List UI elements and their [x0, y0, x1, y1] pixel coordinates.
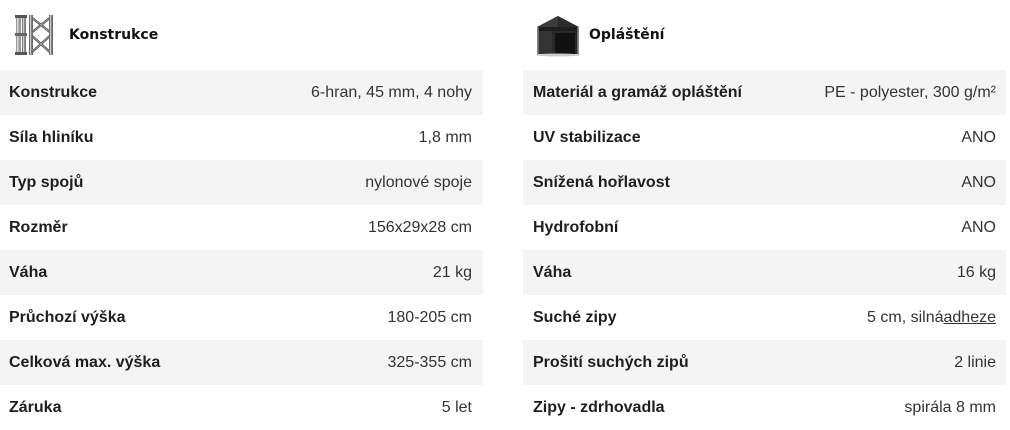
spec-label: Síla hliníku — [9, 128, 94, 146]
spec-row: Materiál a gramáž opláštění PE - polyeste… — [523, 70, 1006, 115]
spec-value: 325-355 cm — [388, 354, 484, 372]
spec-value-text: ANO — [961, 173, 996, 191]
spec-row: Typ spojů nylonové spoje — [0, 160, 483, 205]
spec-value-text: 5 let — [441, 398, 472, 416]
spec-label: Váha — [9, 263, 48, 281]
spec-label: Záruka — [9, 398, 62, 416]
aluminium-frame-legs-icon — [15, 15, 53, 55]
spec-label: Prošití suchých zipů — [533, 353, 689, 371]
spec-label: Průchozí výška — [9, 308, 126, 326]
spec-value-text: 21 kg — [432, 263, 472, 281]
spec-value: 6-hran, 45 mm, 4 nohy — [311, 84, 483, 102]
spec-value: ANO — [961, 219, 1006, 237]
spec-value-text: spirála 8 mm — [904, 398, 996, 416]
spec-value: 156x29x28 cm — [368, 219, 483, 237]
spec-label: Celková max. výška — [9, 353, 161, 371]
spec-value: 16 kg — [957, 264, 1006, 282]
spec-value-text: ANO — [961, 218, 996, 236]
spec-row: Záruka 5 let — [0, 385, 483, 430]
tent-canopy-icon — [536, 16, 580, 57]
spec-value: spirála 8 mm — [904, 399, 1006, 417]
spec-value: ANO — [961, 174, 1006, 192]
spec-row: Váha 16 kg — [523, 250, 1006, 295]
spec-value: 5 cm, silnáadheze — [867, 309, 1006, 327]
spec-row: Váha 21 kg — [0, 250, 483, 295]
konstrukce-spec-table: Konstrukce 6-hran, 45 mm, 4 nohy Síla hlin… — [0, 70, 483, 430]
spec-row: UV stabilizace ANO — [523, 115, 1006, 160]
spec-row: Suché zipy 5 cm, silnáadheze — [523, 295, 1006, 340]
spec-value: 5 let — [442, 399, 483, 417]
konstrukce-panel: Konstrukce Konstrukce 6-hran, 45 mm, 4 no… — [0, 0, 483, 430]
spec-value: 21 kg — [433, 264, 483, 282]
spec-value-text: 16 kg — [956, 263, 996, 281]
spec-value: nylonové spoje — [365, 174, 483, 192]
spec-value-link[interactable]: adheze — [944, 309, 997, 326]
spec-value: ANO — [961, 129, 1006, 147]
spec-row: Průchozí výška 180-205 cm — [0, 295, 483, 340]
spec-row: Síla hliníku 1,8 mm — [0, 115, 483, 160]
oplasteni-title: Opláštění — [589, 27, 665, 43]
spec-row: Rozměr 156x29x28 cm — [0, 205, 483, 250]
konstrukce-header: Konstrukce — [0, 0, 483, 70]
spec-row: Zipy - zdrhovadla spirála 8 mm — [523, 385, 1006, 430]
spec-row: Snížená hořlavost ANO — [523, 160, 1006, 205]
oplasteni-spec-table: Materiál a gramáž opláštění PE - polyeste… — [523, 70, 1006, 430]
spec-value-text: nylonové spoje — [365, 173, 472, 191]
spec-value-text: ANO — [961, 128, 996, 146]
spec-value-text: 325-355 cm — [387, 353, 473, 371]
spec-label: Suché zipy — [533, 308, 617, 326]
spec-row: Celková max. výška 325-355 cm — [0, 340, 483, 385]
spec-row: Konstrukce 6-hran, 45 mm, 4 nohy — [0, 70, 483, 115]
spec-value: 180-205 cm — [388, 309, 484, 327]
spec-label: Zipy - zdrhovadla — [533, 398, 665, 416]
spec-label: Hydrofobní — [533, 218, 619, 236]
spec-label: Materiál a gramáž opláštění — [533, 83, 742, 101]
spec-value-text: 5 cm, silná — [867, 308, 944, 326]
spec-label: UV stabilizace — [533, 128, 641, 146]
spec-row: Prošití suchých zipů 2 linie — [523, 340, 1006, 385]
spec-value: PE - polyester, 300 g/m² — [824, 84, 1006, 102]
spec-label: Rozměr — [9, 218, 68, 236]
oplasteni-header: Opláštění — [523, 0, 1006, 70]
spec-value: 2 linie — [954, 354, 1006, 372]
spec-label: Konstrukce — [9, 83, 98, 101]
spec-value-text: 1,8 mm — [418, 128, 472, 146]
spec-value-text: 2 linie — [954, 353, 996, 371]
spec-label: Snížená hořlavost — [533, 173, 670, 191]
spec-value: 1,8 mm — [419, 129, 483, 147]
spec-value-text: 6-hran, 45 mm, 4 nohy — [311, 83, 472, 101]
spec-row: Hydrofobní ANO — [523, 205, 1006, 250]
konstrukce-title: Konstrukce — [69, 27, 159, 43]
spec-label: Váha — [533, 263, 572, 281]
spec-value-text: PE - polyester, 300 g/m² — [824, 83, 996, 101]
spec-value-text: 180-205 cm — [387, 308, 473, 326]
spec-label: Typ spojů — [9, 173, 84, 191]
spec-value-text: 156x29x28 cm — [367, 218, 472, 236]
oplasteni-panel: Opláštění Materiál a gramáž opláštění PE … — [523, 0, 1006, 430]
